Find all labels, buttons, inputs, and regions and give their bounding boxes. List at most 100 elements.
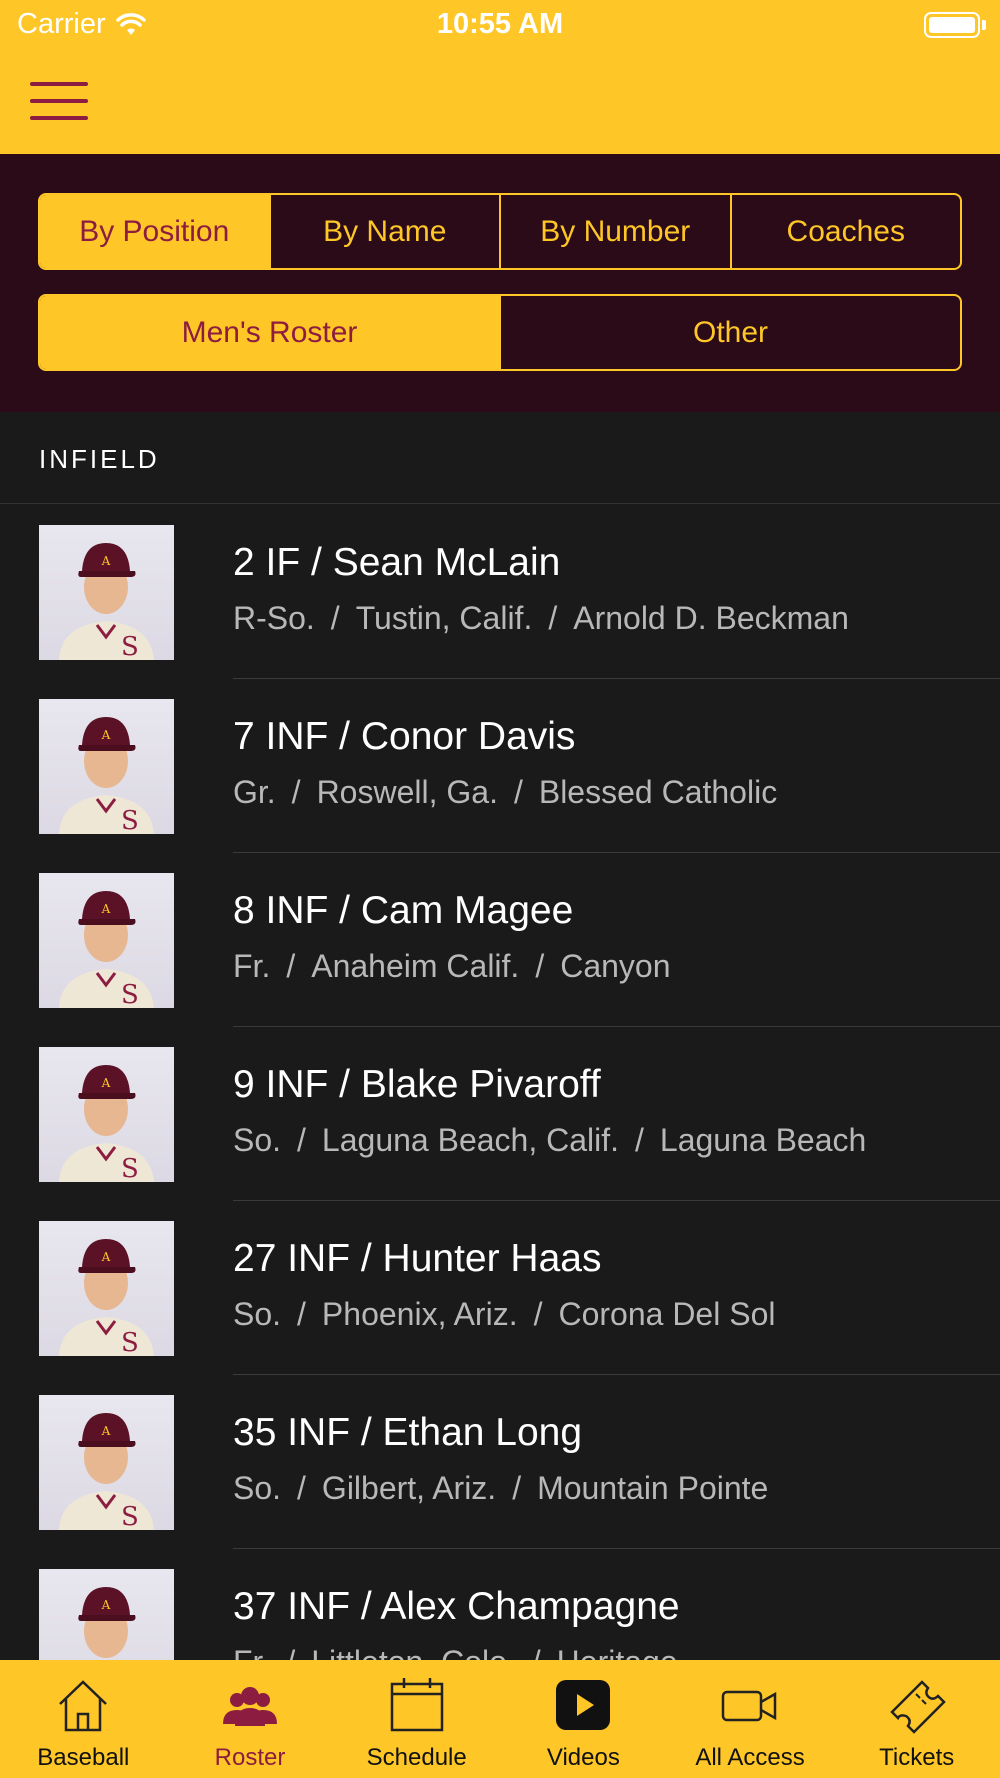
- player-row[interactable]: AS 35 INF / Ethan Long So. / Gilbert, Ariz…: [0, 1375, 1000, 1549]
- sort-segmented-control: By Position By Name By Number Coaches: [38, 193, 962, 270]
- svg-text:A: A: [101, 1598, 111, 1612]
- player-row[interactable]: AS 37 INF / Alex Champagne Fr./Littleton…: [0, 1549, 1000, 1660]
- status-time: 10:55 AM: [436, 8, 564, 40]
- player-school: Canyon: [560, 948, 671, 984]
- player-details: So. / Phoenix, Ariz. / Corona Del Sol: [233, 1296, 776, 1332]
- player-class: Fr.: [233, 1644, 270, 1660]
- player-hometown: Gilbert, Ariz.: [321, 1470, 497, 1506]
- player-row[interactable]: AS 27 INF / Hunter Haas So. / Phoenix, Ari…: [0, 1201, 1000, 1375]
- player-photo: AS: [39, 699, 174, 834]
- svg-text:A: A: [101, 728, 111, 742]
- ticket-icon: [889, 1680, 946, 1734]
- home-icon: [59, 1680, 108, 1732]
- tab-videos[interactable]: Videos: [500, 1660, 667, 1778]
- battery-icon: [924, 12, 980, 38]
- svg-text:A: A: [101, 1250, 111, 1264]
- player-row[interactable]: AS 9 INF / Blake Pivaroff So. / Laguna Bea…: [0, 1027, 1000, 1201]
- player-headshot-icon: AS: [78, 1587, 136, 1658]
- player-class: R-So.: [233, 600, 315, 636]
- video-camera-icon: [721, 1690, 777, 1722]
- section-header: INFIELD: [0, 412, 1000, 504]
- svg-text:A: A: [101, 1424, 111, 1438]
- player-hometown: Tustin, Calif.: [355, 600, 533, 636]
- section-title: INFIELD: [39, 444, 160, 474]
- tab-label: Schedule: [366, 1744, 467, 1771]
- player-row[interactable]: AS 8 INF / Cam Magee Fr. / Anaheim Calif. /…: [0, 853, 1000, 1027]
- tab-label: Baseball: [37, 1744, 130, 1771]
- segment-by-position[interactable]: By Position: [40, 195, 271, 268]
- tab-schedule[interactable]: Schedule: [333, 1660, 500, 1778]
- player-headshot-icon: AS: [59, 717, 154, 834]
- player-title: 2 IF / Sean McLain: [233, 541, 561, 584]
- segment-by-name[interactable]: By Name: [271, 195, 501, 268]
- player-title: 27 INF / Hunter Haas: [233, 1237, 602, 1280]
- svg-text:S: S: [121, 1328, 139, 1356]
- player-photo: AS: [39, 873, 174, 1008]
- player-headshot-icon: AS: [59, 1413, 154, 1530]
- battery-tip: [982, 20, 986, 30]
- player-details: Gr. / Roswell, Ga. / Blessed Catholic: [233, 774, 778, 810]
- player-row[interactable]: AS 2 IF / Sean McLain R-So. / Tustin, Cali…: [0, 505, 1000, 679]
- tab-label: Videos: [546, 1744, 620, 1771]
- player-class: Gr.: [233, 774, 276, 810]
- player-title: 7 INF / Conor Davis: [233, 715, 576, 758]
- player-hometown: Anaheim Calif.: [311, 948, 520, 984]
- player-details: Fr./Littleton, Colo./Heritage: [233, 1644, 678, 1660]
- player-details: So. / Gilbert, Ariz. / Mountain Pointe: [233, 1470, 769, 1506]
- segment-by-number[interactable]: By Number: [501, 195, 732, 268]
- play-icon: [556, 1680, 611, 1730]
- roster-type-segmented-control: Men's Roster Other: [38, 294, 962, 371]
- player-photo: AS: [39, 1395, 174, 1530]
- player-school: Mountain Pointe: [537, 1470, 769, 1506]
- segment-other[interactable]: Other: [501, 296, 960, 369]
- tab-label: All Access: [695, 1744, 805, 1771]
- player-class: So.: [233, 1470, 282, 1506]
- tab-tickets[interactable]: Tickets: [833, 1660, 1000, 1778]
- player-class: Fr.: [233, 948, 271, 984]
- svg-text:S: S: [121, 632, 139, 660]
- tab-baseball[interactable]: Baseball: [0, 1660, 167, 1778]
- player-headshot-icon: AS: [59, 1065, 154, 1182]
- segment-mens-roster[interactable]: Men's Roster: [40, 296, 501, 369]
- player-school: Heritage: [557, 1644, 678, 1660]
- player-row[interactable]: AS 7 INF / Conor Davis Gr. / Roswell, Ga. /…: [0, 679, 1000, 853]
- player-photo: AS: [39, 1221, 174, 1356]
- roster-filters: By Position By Name By Number Coaches Me…: [0, 154, 1000, 412]
- segment-coaches[interactable]: Coaches: [732, 195, 961, 268]
- svg-text:A: A: [101, 902, 111, 916]
- player-title: 37 INF / Alex Champagne: [233, 1585, 680, 1628]
- tab-roster[interactable]: Roster: [167, 1660, 334, 1778]
- top-bar: Carrier 10:55 AM: [0, 0, 1000, 154]
- player-title: 8 INF / Cam Magee: [233, 889, 574, 932]
- tab-label: Roster: [214, 1744, 286, 1771]
- player-school: Corona Del Sol: [558, 1296, 776, 1332]
- hamburger-menu-icon[interactable]: [30, 82, 88, 120]
- people-icon: [223, 1687, 277, 1726]
- player-headshot-icon: AS: [59, 1239, 154, 1356]
- svg-text:A: A: [101, 1076, 111, 1090]
- player-school: Arnold D. Beckman: [573, 600, 849, 636]
- player-hometown: Laguna Beach, Calif.: [321, 1122, 620, 1158]
- player-title: 9 INF / Blake Pivaroff: [233, 1063, 601, 1106]
- bottom-tab-bar: Baseball Roster Schedule Videos All Acce…: [0, 1660, 1000, 1778]
- player-hometown: Littleton, Colo.: [311, 1644, 516, 1660]
- player-hometown: Roswell, Ga.: [316, 774, 498, 810]
- player-school: Laguna Beach: [659, 1122, 867, 1158]
- player-class: So.: [233, 1122, 282, 1158]
- player-hometown: Phoenix, Ariz.: [321, 1296, 518, 1332]
- player-photo: AS: [39, 525, 174, 660]
- tab-all-access[interactable]: All Access: [667, 1660, 834, 1778]
- svg-text:A: A: [101, 554, 111, 568]
- svg-text:S: S: [121, 1154, 139, 1182]
- tab-label: Tickets: [879, 1744, 955, 1771]
- player-school: Blessed Catholic: [538, 774, 778, 810]
- player-photo: AS: [39, 1047, 174, 1182]
- player-title: 35 INF / Ethan Long: [233, 1411, 583, 1454]
- svg-text:S: S: [121, 980, 139, 1008]
- calendar-icon: [390, 1678, 443, 1732]
- player-list[interactable]: AS 2 IF / Sean McLain R-So. / Tustin, Cali…: [0, 505, 1000, 1660]
- player-headshot-icon: AS: [59, 543, 154, 660]
- player-details: R-So. / Tustin, Calif. / Arnold D. Beckman: [233, 600, 849, 636]
- player-details: Fr. / Anaheim Calif. / Canyon: [233, 948, 671, 984]
- player-class: So.: [233, 1296, 282, 1332]
